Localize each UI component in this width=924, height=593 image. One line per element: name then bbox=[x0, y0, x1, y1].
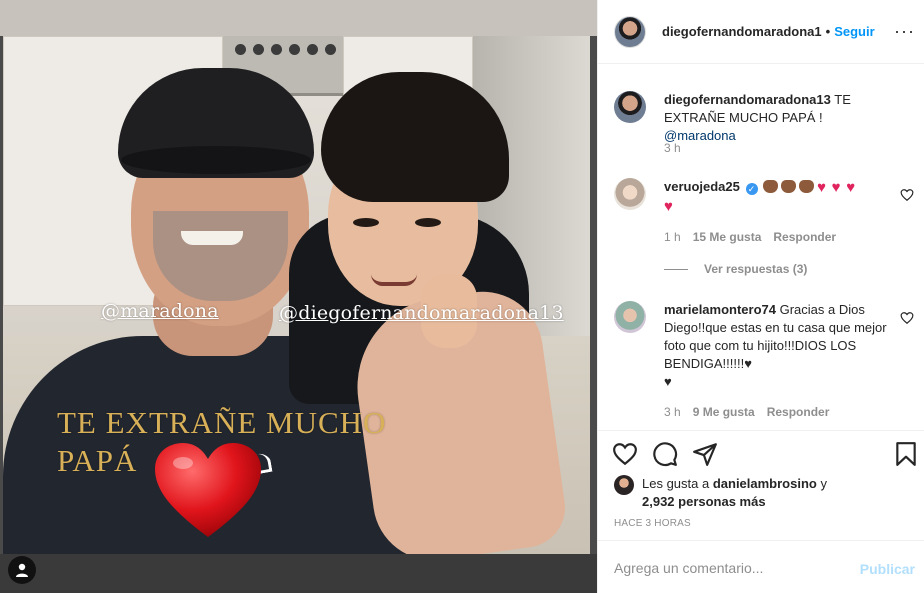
comment-body: veruojeda25 ✓ ♥ ♥ ♥ ♥ bbox=[664, 178, 896, 216]
man-cap-brim bbox=[121, 146, 311, 174]
publish-button[interactable]: Publicar bbox=[860, 561, 915, 577]
likes-summary: Les gusta a danielambrosino y 2,932 pers… bbox=[614, 475, 827, 511]
likes-prefix: Les gusta a bbox=[642, 476, 713, 491]
like-heart-icon[interactable] bbox=[612, 441, 638, 467]
fist-emoji-icon bbox=[799, 180, 815, 193]
red-heart-icon bbox=[155, 443, 261, 537]
reply-button[interactable]: Responder bbox=[773, 230, 836, 244]
likes-text: Les gusta a danielambrosino y 2,932 pers… bbox=[642, 475, 827, 511]
boy-eye bbox=[415, 218, 441, 227]
comment-icon[interactable] bbox=[652, 441, 678, 467]
red-heart-emoji-icon: ♥ bbox=[831, 179, 842, 196]
separator-dot: • bbox=[825, 24, 831, 39]
post-media[interactable]: @maradona @diegofernandomaradona13 TE EX… bbox=[0, 0, 597, 593]
image-caption-line1: TE EXTRAÑE MUCHO bbox=[57, 405, 387, 440]
liker-username[interactable]: danielambrosino bbox=[713, 476, 817, 491]
likes-count[interactable]: 2,932 personas más bbox=[642, 494, 766, 509]
black-heart-emoji-icon: ♥ bbox=[744, 356, 752, 371]
comment-meta: 3 h 9 Me gusta Responder bbox=[664, 405, 829, 419]
red-heart-emoji-icon: ♥ bbox=[817, 179, 828, 196]
verified-icon: ✓ bbox=[745, 183, 758, 195]
image-tag-son[interactable]: @diegofernandomaradona13 bbox=[279, 302, 564, 324]
post-photo: @maradona @diegofernandomaradona13 TE EX… bbox=[3, 36, 590, 554]
caption-time: 3 h bbox=[664, 141, 681, 155]
likes-conjunction: y bbox=[816, 476, 827, 491]
red-heart-emoji-icon: ♥ bbox=[664, 198, 674, 215]
red-heart-emoji-icon: ♥ bbox=[846, 179, 857, 196]
comment-likes[interactable]: 9 Me gusta bbox=[693, 405, 755, 419]
caption-body: diegofernandomaradona13 TE EXTRAÑE MUCHO… bbox=[664, 91, 896, 145]
fist-emoji-icon bbox=[781, 180, 797, 193]
caption-username[interactable]: diegofernandomaradona13 bbox=[664, 92, 831, 107]
comment-likes[interactable]: 15 Me gusta bbox=[693, 230, 762, 244]
media-letterbox-top bbox=[0, 0, 597, 36]
commenter-avatar[interactable] bbox=[614, 301, 646, 333]
reply-button[interactable]: Responder bbox=[767, 405, 830, 419]
follow-button[interactable]: Seguir bbox=[834, 24, 874, 39]
boy-eye bbox=[353, 218, 379, 227]
comment-body: marielamontero74 Gracias a Dios Diego!!q… bbox=[664, 301, 896, 391]
post-header: diegofernandomaradona1 • Seguir ··· bbox=[598, 0, 924, 64]
add-comment-box: Publicar bbox=[598, 540, 924, 593]
commenter-avatar[interactable] bbox=[614, 178, 646, 210]
comments-section[interactable]: diegofernandomaradona13 TE EXTRAÑE MUCHO… bbox=[598, 65, 924, 430]
bookmark-icon[interactable] bbox=[893, 441, 919, 467]
image-tag-maradona[interactable]: @maradona bbox=[101, 300, 219, 322]
comment-meta: 1 h 15 Me gusta Responder bbox=[664, 230, 836, 244]
comment-time: 1 h bbox=[664, 230, 681, 244]
view-replies-button[interactable]: Ver respuestas (3) bbox=[664, 262, 807, 276]
liker-avatar[interactable] bbox=[614, 475, 634, 495]
post-timestamp[interactable]: HACE 3 HORAS bbox=[614, 518, 691, 529]
action-bar: Les gusta a danielambrosino y 2,932 pers… bbox=[598, 430, 924, 540]
comment-username[interactable]: marielamontero74 bbox=[664, 302, 776, 317]
man-smile bbox=[181, 231, 243, 245]
comment-input[interactable] bbox=[614, 557, 854, 579]
view-replies-label[interactable]: Ver respuestas (3) bbox=[704, 262, 807, 276]
caption-avatar[interactable] bbox=[614, 91, 646, 123]
comment-time: 3 h bbox=[664, 405, 681, 419]
black-heart-emoji-icon: ♥ bbox=[664, 374, 672, 389]
heart-outline-icon[interactable] bbox=[900, 311, 914, 325]
replies-divider bbox=[664, 268, 688, 270]
user-icon bbox=[16, 563, 28, 577]
media-letterbox-bottom bbox=[0, 554, 597, 593]
share-icon[interactable] bbox=[692, 441, 718, 467]
tagged-users-button[interactable] bbox=[8, 556, 36, 584]
fist-emoji-icon bbox=[763, 180, 779, 193]
heart-outline-icon[interactable] bbox=[900, 188, 914, 202]
more-icon[interactable]: ··· bbox=[894, 22, 915, 40]
comment-username[interactable]: veruojeda25 bbox=[664, 179, 740, 194]
author-avatar[interactable] bbox=[614, 15, 646, 48]
boy-smile bbox=[371, 274, 417, 286]
post-details-panel: diegofernandomaradona1 • Seguir ··· dieg… bbox=[597, 0, 924, 593]
author-username[interactable]: diegofernandomaradona1 bbox=[662, 24, 822, 39]
